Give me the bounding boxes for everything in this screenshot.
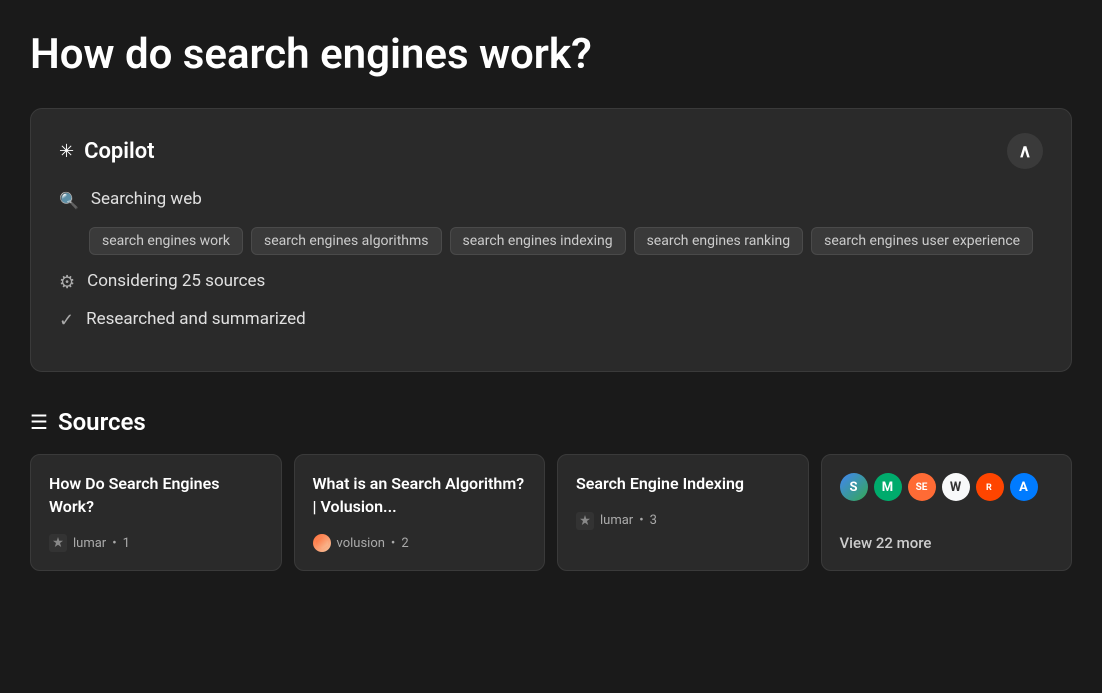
source-card-1-dot: • xyxy=(112,536,116,551)
page-title: How do search engines work? xyxy=(30,30,1072,80)
source-card-1-sitename: lumar xyxy=(73,536,106,551)
lumar-star-icon xyxy=(51,536,65,550)
source-card-1-footer: lumar • 1 xyxy=(49,534,263,552)
source-card-2-footer: volusion • 2 xyxy=(313,534,527,552)
sources-title: Sources xyxy=(58,408,146,436)
view-more-text: View 22 more xyxy=(840,534,1054,552)
copilot-card: Copilot Searching web search engines wor… xyxy=(30,108,1072,372)
chevron-up-icon xyxy=(1018,141,1031,162)
source-card-2-dot: • xyxy=(391,536,395,551)
volusion-logo-icon xyxy=(315,536,329,550)
considering-section: Considering 25 sources xyxy=(59,271,1043,293)
source-card-1-title: How Do Search Engines Work? xyxy=(49,473,263,518)
sources-section: Sources How Do Search Engines Work? luma… xyxy=(30,408,1072,571)
lumar-star-icon-2 xyxy=(578,514,592,528)
searching-section: Searching web xyxy=(59,189,1043,211)
researched-label: Researched and summarized xyxy=(86,309,306,329)
source-card-2[interactable]: What is an Search Algorithm? | Volusion.… xyxy=(294,454,546,571)
source-card-2-logo xyxy=(313,534,331,552)
source-card-1-logo xyxy=(49,534,67,552)
tag-search-engines-indexing[interactable]: search engines indexing xyxy=(450,227,626,255)
source-card-3-number: 3 xyxy=(650,513,657,528)
gear-icon xyxy=(59,272,75,293)
source-card-2-title: What is an Search Algorithm? | Volusion.… xyxy=(313,473,527,518)
source-card-1[interactable]: How Do Search Engines Work? lumar • 1 xyxy=(30,454,282,571)
copilot-title-row: Copilot xyxy=(59,139,155,164)
searching-label: Searching web xyxy=(91,189,202,209)
considering-label: Considering 25 sources xyxy=(87,271,265,291)
source-card-3[interactable]: Search Engine Indexing lumar • 3 xyxy=(557,454,809,571)
tag-search-engines-work[interactable]: search engines work xyxy=(89,227,243,255)
tag-search-engines-user-experience[interactable]: search engines user experience xyxy=(811,227,1033,255)
favicon-m-icon: M xyxy=(874,473,902,501)
sources-header: Sources xyxy=(30,408,1072,436)
search-tags-container: search engines work search engines algor… xyxy=(89,227,1043,255)
favicon-s-icon: S xyxy=(840,473,868,501)
source-card-3-logo xyxy=(576,512,594,530)
more-sources-card[interactable]: S M SE W R A View 22 more xyxy=(821,454,1073,571)
source-card-2-number: 2 xyxy=(401,536,408,551)
researched-section: Researched and summarized xyxy=(59,309,1043,331)
copilot-snowflake-icon xyxy=(59,141,74,162)
sources-grid: How Do Search Engines Work? lumar • 1 Wh… xyxy=(30,454,1072,571)
tag-search-engines-ranking[interactable]: search engines ranking xyxy=(634,227,804,255)
tag-search-engines-algorithms[interactable]: search engines algorithms xyxy=(251,227,441,255)
favicon-se-icon: SE xyxy=(908,473,936,501)
copilot-header: Copilot xyxy=(59,133,1043,169)
sources-list-icon xyxy=(30,410,48,435)
copilot-title: Copilot xyxy=(84,139,154,164)
source-card-3-footer: lumar • 3 xyxy=(576,512,790,530)
favicon-w-icon: W xyxy=(942,473,970,501)
source-card-2-sitename: volusion xyxy=(337,536,385,551)
favicon-a-icon: A xyxy=(1010,473,1038,501)
source-card-3-title: Search Engine Indexing xyxy=(576,473,790,495)
source-card-3-dot: • xyxy=(639,513,643,528)
search-icon xyxy=(59,190,79,211)
reddit-icon: R xyxy=(982,479,998,495)
svg-text:R: R xyxy=(986,483,992,493)
source-card-1-number: 1 xyxy=(123,536,130,551)
collapse-button[interactable] xyxy=(1007,133,1043,169)
more-sources-icons: S M SE W R A xyxy=(840,473,1054,501)
favicon-r-icon: R xyxy=(976,473,1004,501)
check-circle-icon xyxy=(59,310,74,331)
source-card-3-sitename: lumar xyxy=(600,513,633,528)
